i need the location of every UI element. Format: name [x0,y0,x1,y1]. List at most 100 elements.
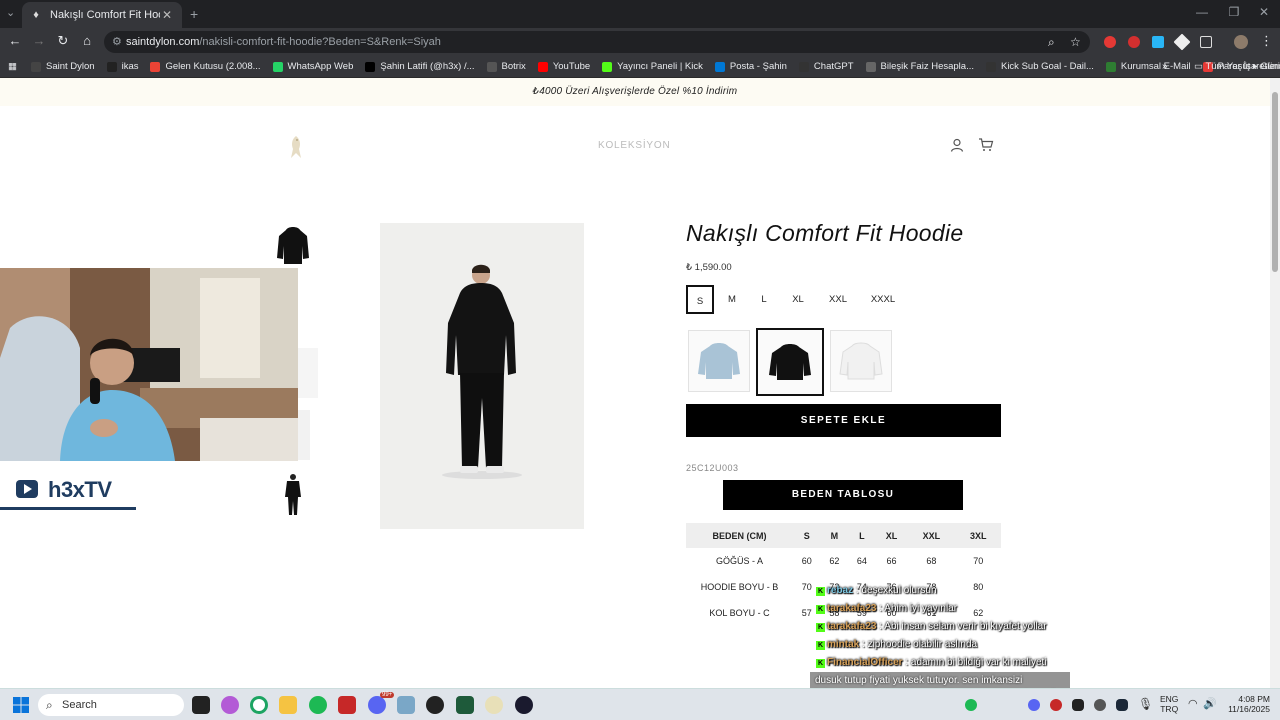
tray-spotify-icon[interactable] [965,699,977,711]
bookmark-list: Saint Dylon ikas Gelen Kutusu (2.008... Wha… [30,61,1280,72]
tray-app-icon[interactable] [1094,699,1106,711]
color-swatch-light-blue[interactable] [688,330,750,392]
color-swatch-black[interactable] [756,328,824,396]
bookmark-item[interactable]: YouTube [537,61,590,72]
chat-username[interactable]: rebaz [827,585,853,596]
chat-username[interactable]: mintak [827,639,859,650]
account-icon[interactable] [950,138,964,152]
tab-search-icon[interactable]: ⌄ [6,6,15,19]
scrollbar-thumb[interactable] [1272,92,1278,272]
bookmark-item[interactable]: Şahin Latifi (@h3x) /... [365,61,475,72]
bookmark-label: Yayıncı Paneli | Kick [617,61,703,72]
size-option-xxxl[interactable]: XXXL [864,285,902,314]
size-table-cell: 60 [801,556,812,566]
new-tab-icon[interactable]: + [190,6,198,22]
chat-username[interactable]: tarakafa23 [827,621,876,632]
window-close-icon[interactable]: ✕ [1254,5,1274,19]
size-chart-button[interactable]: BEDEN TABLOSU [723,480,963,510]
bookmark-item[interactable]: Kurumsal E-Mail [1105,61,1191,72]
bookmark-favicon-icon [985,61,996,72]
windows-start-icon[interactable] [13,697,29,713]
all-bookmarks-folder[interactable]: ▭ Tüm Yer İşaretleri [1194,61,1280,72]
more-bookmarks-icon[interactable]: » [1162,61,1168,72]
size-option-s[interactable]: S [686,285,714,314]
app-settings-icon[interactable] [397,696,415,714]
product-thumbnail[interactable] [276,470,310,520]
extension-translate-icon[interactable] [1152,36,1164,48]
close-tab-icon[interactable]: ✕ [160,8,174,22]
site-info-icon[interactable]: ⚙ [112,35,122,48]
tab-active[interactable]: ♦ Nakışlı Comfort Fit Hoodie ✕ [22,2,182,28]
spotify-icon[interactable] [309,696,327,714]
windows-taskbar: ⌕ Search 99+ 🎙 ENG TRQ ◠ 🔊 4:08 PM 11/16… [0,688,1280,720]
bookmark-label: Posta - Şahin [729,61,787,72]
bookmark-star-icon[interactable]: ☆ [1070,35,1081,49]
microphone-icon[interactable]: 🎙 [1138,697,1153,711]
taskbar-clock[interactable]: 4:08 PM 11/16/2025 [1222,694,1270,714]
tray-discord-icon[interactable] [1028,699,1040,711]
steam-icon[interactable] [1116,699,1128,711]
extensions-puzzle-icon[interactable] [1200,36,1212,48]
terminal-icon[interactable] [456,696,474,714]
menu-kebab-icon[interactable]: ⋮ [1260,33,1273,49]
extension-red-icon[interactable] [1104,36,1116,48]
size-option-xl[interactable]: XL [786,285,810,314]
size-option-xxl[interactable]: XXL [822,285,854,314]
home-icon[interactable]: ⌂ [78,33,96,48]
bookmark-item[interactable]: Saint Dylon [30,61,95,72]
bookmark-item[interactable]: ikas [106,61,138,72]
forward-icon[interactable]: → [30,33,48,48]
zoom-icon[interactable]: ⌕ [1048,35,1055,50]
product-thumbnail-partial[interactable] [298,348,318,398]
discord-icon[interactable] [368,696,386,714]
tray-app-icon[interactable] [1050,699,1062,711]
size-option-m[interactable]: M [722,285,742,314]
bookmark-item[interactable]: WhatsApp Web [272,61,353,72]
search-icon: ⌕ [46,698,53,712]
add-to-cart-button[interactable]: SEPETE EKLE [686,404,1001,437]
taskbar-search-input[interactable]: ⌕ Search [38,694,184,716]
language-indicator[interactable]: ENG TRQ [1160,694,1178,714]
copilot-icon[interactable] [221,696,239,714]
bookmark-item[interactable]: Gelen Kutusu (2.008... [150,61,261,72]
bookmark-item[interactable]: ChatGPT [798,61,854,72]
chat-username[interactable]: FinancialOfficer [827,657,903,668]
app-red-icon[interactable] [338,696,356,714]
address-bar[interactable]: ⚙ saintdylon.com/nakisli-comfort-fit-hoo… [104,31,1090,53]
volume-icon[interactable]: 🔊 [1203,697,1217,710]
cart-icon[interactable] [978,138,994,152]
bookmark-label: Bileşik Faiz Hesapla... [880,61,974,72]
bookmark-favicon-icon [106,61,117,72]
color-swatch-white[interactable] [830,330,892,392]
app-dark-icon[interactable] [515,696,533,714]
profile-avatar[interactable] [1234,35,1248,49]
bookmark-item[interactable]: Posta - Şahin [714,61,787,72]
nav-collection-link[interactable]: KOLEKSİYON [598,140,670,151]
back-icon[interactable]: ← [6,33,24,48]
file-explorer-icon[interactable] [279,696,297,714]
bookmark-favicon-icon [865,61,876,72]
product-thumbnail-partial[interactable] [298,410,310,460]
size-option-l[interactable]: L [755,285,773,314]
maximize-icon[interactable]: ❐ [1224,5,1244,19]
obs-icon[interactable] [426,696,444,714]
product-main-image[interactable] [380,223,584,529]
kick-badge-icon: K [816,605,825,614]
app-eye-icon[interactable] [485,696,503,714]
bird-logo-icon[interactable] [288,134,304,160]
task-view-icon[interactable] [192,696,210,714]
bookmark-item[interactable]: Yayıncı Paneli | Kick [602,61,703,72]
wifi-icon[interactable]: ◠ [1188,697,1198,710]
product-thumbnail[interactable] [276,220,310,270]
chrome-icon[interactable] [250,696,268,714]
extension-record-icon[interactable] [1128,36,1140,48]
bookmark-item[interactable]: Bileşik Faiz Hesapla... [865,61,974,72]
bookmark-item[interactable]: Kick Sub Goal - Dail... [985,61,1094,72]
chat-username[interactable]: tarakafa23 [827,603,876,614]
reload-icon[interactable]: ↻ [54,33,72,49]
tray-app-icon[interactable] [1072,699,1084,711]
apps-grid-icon[interactable]: ▦ [8,61,17,72]
minimize-icon[interactable]: — [1192,5,1212,19]
bookmark-item[interactable]: Botrix [486,61,526,72]
chat-message: Kmintak : ziphoodie olabilir aslında [816,639,977,650]
